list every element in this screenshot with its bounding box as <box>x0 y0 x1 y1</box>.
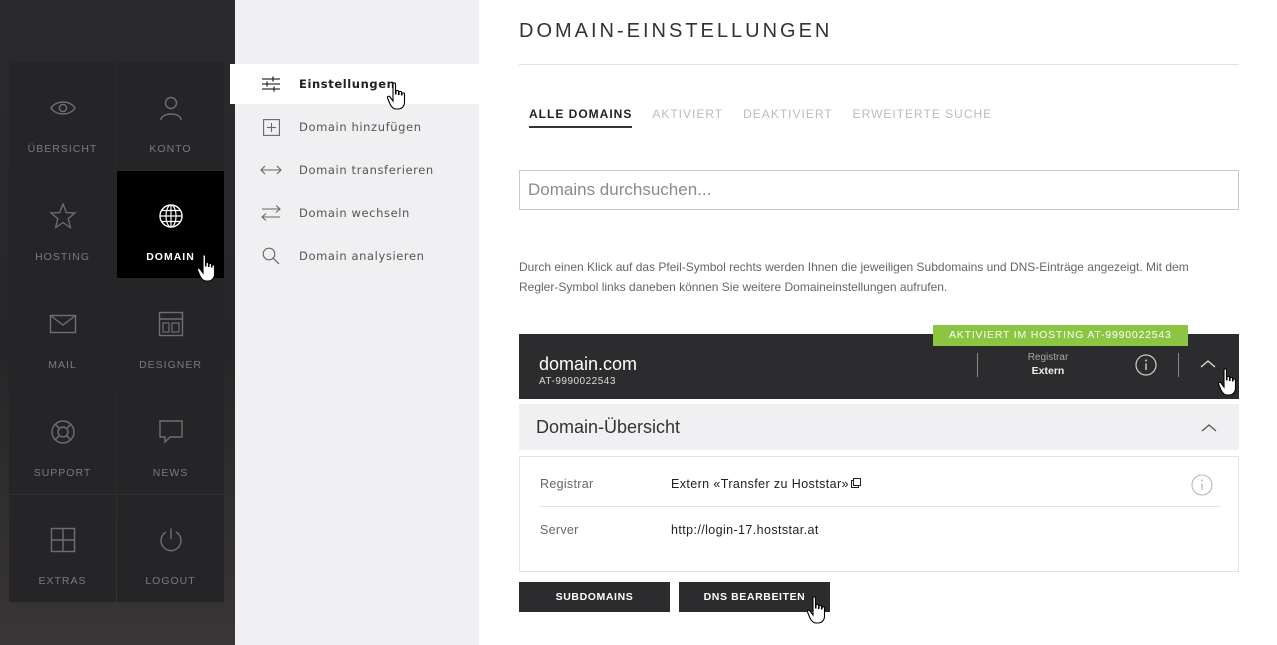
overview-row-server: Server http://login-17.hoststar.at <box>540 507 1220 553</box>
tab-deaktiviert[interactable]: DEAKTIVIERT <box>743 107 832 128</box>
sliders-icon <box>260 73 282 95</box>
page-title: DOMAIN-EINSTELLUNGEN <box>519 20 833 42</box>
domain-overview-header[interactable]: Domain-Übersicht <box>519 404 1239 450</box>
envelope-icon <box>48 309 78 339</box>
nav-tile-support[interactable]: SUPPORT <box>9 387 116 494</box>
title-divider <box>519 64 1239 65</box>
nav-tile-logout[interactable]: LOGOUT <box>117 495 224 602</box>
nav-tile-label: SUPPORT <box>33 467 92 479</box>
domain-filter-tabs: ALLE DOMAINS AKTIVIERT DEAKTIVIERT ERWEI… <box>529 107 1012 128</box>
main-content: DOMAIN-EINSTELLUNGEN ALLE DOMAINS AKTIVI… <box>479 0 1277 645</box>
submenu-item-einstellungen[interactable]: Einstellungen <box>230 64 479 104</box>
domain-search-input[interactable] <box>519 170 1239 210</box>
divider <box>1178 353 1179 377</box>
overview-row-registrar: Registrar Extern «Transfer zu Hoststar» <box>540 461 1220 507</box>
submenu-item-label: Domain analysieren <box>299 249 425 263</box>
submenu-item-domain-hinzufuegen[interactable]: Domain hinzufügen <box>235 107 479 147</box>
nav-tile-label: HOSTING <box>35 251 90 263</box>
nav-tile-label: MAIL <box>48 359 77 371</box>
submenu-item-label: Domain transferieren <box>299 163 434 177</box>
submenu-item-label: Domain hinzufügen <box>299 120 422 134</box>
info-text: Durch einen Klick auf das Pfeil-Symbol r… <box>519 260 1189 294</box>
overview-title: Domain-Übersicht <box>536 417 681 437</box>
nav-tile-label: EXTRAS <box>38 575 87 587</box>
layout-icon <box>156 309 186 339</box>
nav-tile-label: LOGOUT <box>145 575 196 587</box>
nav-tiles: ÜBERSICHT KONTO HOSTING DOMAIN MAIL DESI… <box>9 63 225 602</box>
submenu-item-label: Einstellungen <box>299 77 396 91</box>
info-icon[interactable] <box>1191 474 1213 496</box>
speech-bubble-icon <box>156 417 186 447</box>
power-icon <box>156 525 186 555</box>
nav-tile-label: KONTO <box>149 143 192 155</box>
dns-edit-button[interactable]: DNS BEARBEITEN <box>679 582 830 612</box>
subdomains-button[interactable]: SUBDOMAINS <box>519 582 670 612</box>
domain-overview-panel: Registrar Extern «Transfer zu Hoststar» … <box>519 456 1239 572</box>
submenu-item-label: Domain wechseln <box>299 206 410 220</box>
registrar-value: Extern <box>1031 365 1065 377</box>
user-icon <box>156 93 186 123</box>
chevron-up-icon[interactable] <box>1199 420 1219 434</box>
tab-alle-domains[interactable]: ALLE DOMAINS <box>529 107 633 128</box>
chevron-up-icon[interactable] <box>1197 356 1219 372</box>
nav-tile-domain[interactable]: DOMAIN <box>117 171 224 278</box>
nav-tile-hosting[interactable]: HOSTING <box>9 171 116 278</box>
domain-name: domain.com <box>539 354 638 374</box>
nav-tile-label: NEWS <box>152 467 189 479</box>
globe-icon <box>156 201 186 231</box>
submenu-item-domain-analysieren[interactable]: Domain analysieren <box>235 236 479 276</box>
tab-aktiviert[interactable]: AKTIVIERT <box>652 107 723 128</box>
nav-tile-uebersicht[interactable]: ÜBERSICHT <box>9 63 116 170</box>
domain-id: AT-9990022543 <box>539 376 616 387</box>
info-icon[interactable] <box>1135 354 1157 376</box>
main-navigation: ÜBERSICHT KONTO HOSTING DOMAIN MAIL DESI… <box>0 0 235 645</box>
nav-tile-label: ÜBERSICHT <box>27 143 98 155</box>
nav-tile-news[interactable]: NEWS <box>117 387 224 494</box>
row-value: Extern «Transfer zu Hoststar» <box>671 477 849 491</box>
row-label: Server <box>540 523 579 537</box>
external-link-icon <box>850 477 861 491</box>
status-badge: AKTIVIERT IM HOSTING AT-9990022543 <box>933 325 1188 346</box>
swap-arrows-icon <box>260 202 282 224</box>
nav-tile-label: DOMAIN <box>146 251 195 263</box>
magnifier-icon <box>260 245 282 267</box>
registrar-transfer-link[interactable]: Extern «Transfer zu Hoststar» <box>671 477 861 491</box>
double-arrow-icon <box>260 159 282 181</box>
row-value: http://login-17.hoststar.at <box>671 523 819 537</box>
lifebuoy-icon <box>48 417 78 447</box>
eye-icon <box>48 93 78 123</box>
submenu-item-domain-wechseln[interactable]: Domain wechseln <box>235 193 479 233</box>
plus-square-icon <box>260 116 282 138</box>
nav-tile-label: DESIGNER <box>139 359 202 371</box>
nav-tile-designer[interactable]: DESIGNER <box>117 279 224 386</box>
nav-tile-extras[interactable]: EXTRAS <box>9 495 116 602</box>
nav-tile-mail[interactable]: MAIL <box>9 279 116 386</box>
nav-tile-konto[interactable]: KONTO <box>117 63 224 170</box>
star-icon <box>48 201 78 231</box>
row-label: Registrar <box>540 477 594 491</box>
domain-submenu: Einstellungen Domain hinzufügen Domain t… <box>230 0 479 645</box>
plus-box-icon <box>48 525 78 555</box>
submenu-item-domain-transferieren[interactable]: Domain transferieren <box>235 150 479 190</box>
registrar-label: Registrar <box>1027 352 1069 363</box>
tab-erweiterte-suche[interactable]: ERWEITERTE SUCHE <box>853 107 993 128</box>
